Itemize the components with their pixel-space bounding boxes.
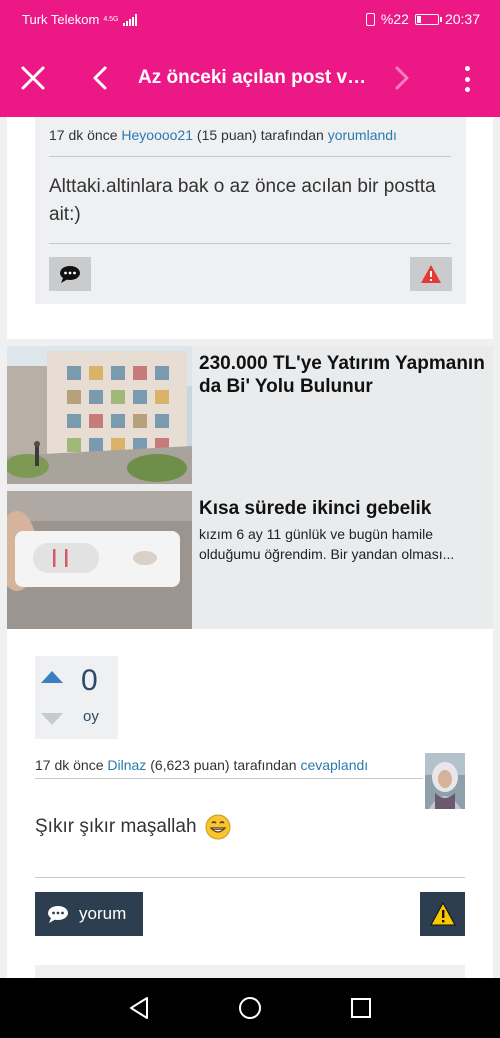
ad-image-building[interactable] [7,346,192,484]
ad-title[interactable]: Kısa sürede ikinci gebelik [199,497,489,520]
upvote-arrow-icon[interactable] [40,670,64,684]
report-button[interactable] [420,892,465,936]
divider [35,877,465,878]
comment-author-link[interactable]: Heyoooo21 [121,127,193,143]
divider [35,778,423,779]
answer-action-link[interactable]: cevaplandı [300,757,368,773]
navigation-bar [0,978,500,1038]
close-icon[interactable] [16,61,50,95]
forward-chevron-icon[interactable] [386,62,416,94]
yorum-button[interactable]: yorum [35,892,143,936]
answer-points: (6,623 puan) [150,757,230,773]
comment-by-label: tarafından [260,127,324,143]
battery-percent: %22 [380,11,409,27]
comment-box: 17 dk önce Heyoooo21 (15 puan) tarafında… [35,117,466,304]
vote-box: 0 oy [35,656,118,739]
comment-meta: 17 dk önce Heyoooo21 (15 puan) tarafında… [49,127,397,143]
page-title: Az önceki açılan post ve... [138,67,368,88]
signal-icon [122,13,137,26]
comment-time: 17 dk önce [49,127,118,143]
chat-bubble-icon [60,266,80,283]
divider [49,243,451,244]
comment-card: 17 dk önce Heyoooo21 (15 puan) tarafında… [7,117,493,339]
answer-text: Şıkır şıkır maşallah [35,814,231,840]
answer-author-link[interactable]: Dilnaz [107,757,146,773]
vibrate-icon [365,12,375,26]
answer-meta: 17 dk önce Dilnaz (6,623 puan) tarafında… [35,757,368,773]
yorum-label: yorum [79,904,127,923]
vote-label: oy [83,708,99,725]
clock: 20:37 [444,11,480,27]
warning-icon [421,265,441,283]
sponsored-block: 230.000 TL'ye Yatırım Yapmanın da Bi' Yo… [7,346,493,629]
carrier-label: Turk Telekom [22,12,100,27]
vote-count: 0 [81,664,98,697]
grinning-emoji-icon [205,814,231,840]
content-area[interactable]: 17 dk önce Heyoooo21 (15 puan) tarafında… [0,117,500,978]
avatar[interactable] [425,753,465,809]
ad-image-pregnancy-test[interactable] [7,491,192,629]
answer-time: 17 dk önce [35,757,104,773]
home-circle-icon[interactable] [234,992,266,1024]
answer-card: 0 oy 17 dk önce Dilnaz (6,623 puan) tara… [7,629,493,978]
warning-icon [429,902,456,926]
report-button[interactable] [410,257,452,291]
more-vertical-icon[interactable] [452,64,482,94]
ad-title[interactable]: 230.000 TL'ye Yatırım Yapmanın da Bi' Yo… [199,352,489,398]
chat-bubble-icon [48,906,68,923]
divider [49,156,451,157]
recents-square-icon[interactable] [345,992,377,1024]
battery-icon [414,13,442,25]
ad-item[interactable]: Kısa sürede ikinci gebelik kızım 6 ay 11… [7,491,493,629]
comment-text: Alttaki.altinlara bak o az önce acılan b… [49,176,436,225]
comment-action-link[interactable]: yorumlandı [328,127,397,143]
network-type-label: 4.5G [103,16,119,23]
reply-button[interactable] [49,257,91,291]
answer-by-label: tarafından [233,757,297,773]
next-answer-card [35,965,465,978]
ad-item[interactable]: 230.000 TL'ye Yatırım Yapmanın da Bi' Yo… [7,346,493,484]
back-chevron-icon[interactable] [86,62,116,94]
app-bar: Az önceki açılan post ve... [0,40,500,117]
status-bar: Turk Telekom 4.5G %22 20:37 [0,0,500,40]
comment-points: (15 puan) [196,127,257,143]
downvote-arrow-icon[interactable] [40,712,64,726]
answer-text-content: Şıkır şıkır maşallah [35,816,197,837]
back-triangle-icon[interactable] [123,992,155,1024]
ad-description[interactable]: kızım 6 ay 11 günlük ve bugün hamile old… [199,524,489,564]
